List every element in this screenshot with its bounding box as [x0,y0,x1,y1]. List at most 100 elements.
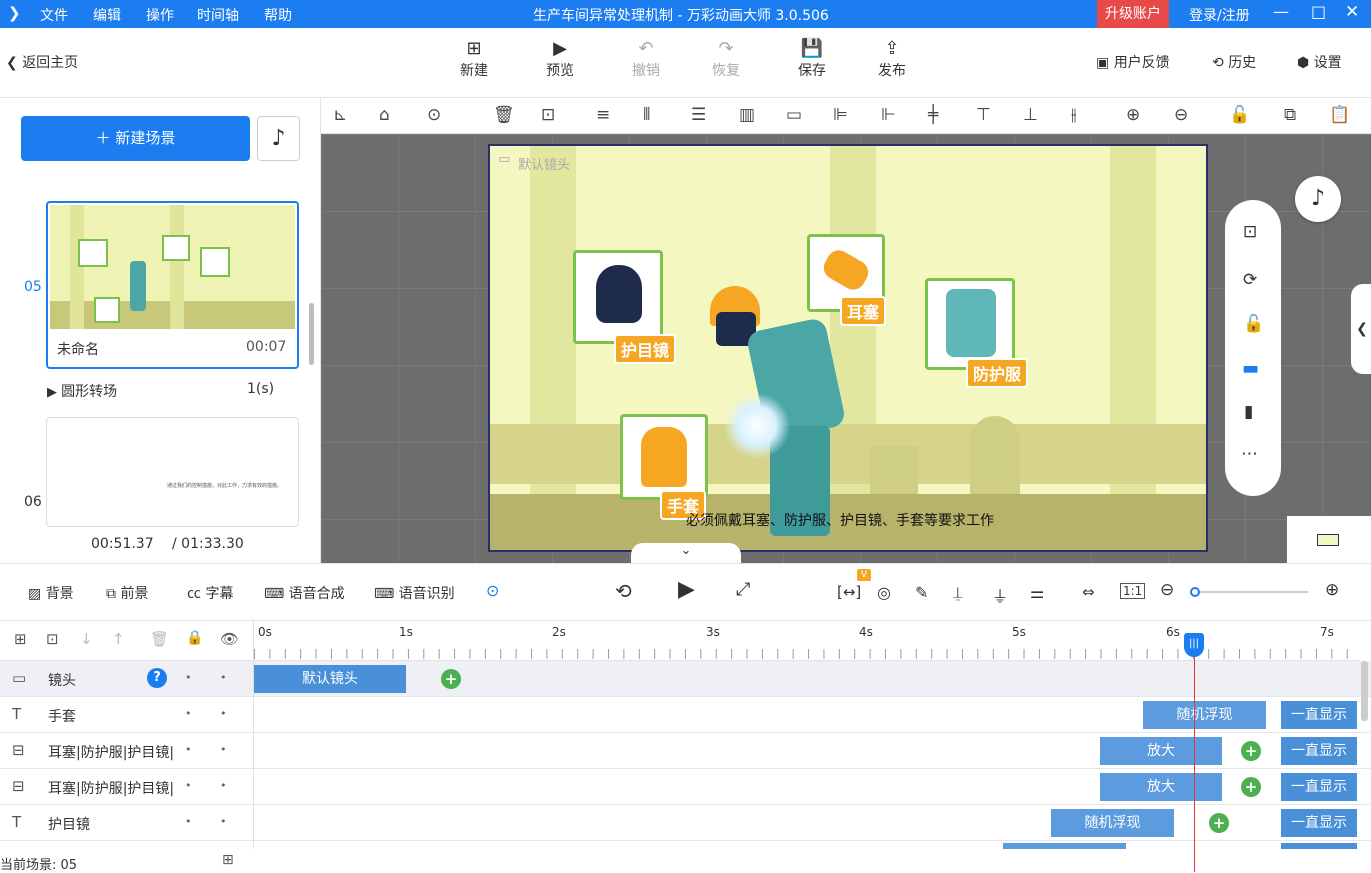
always-show-clip[interactable]: 一直显示 [1281,809,1357,837]
more-options-icon[interactable]: ⊙ [486,581,499,600]
add-keyframe-icon[interactable]: + [1241,741,1261,761]
track-row-camera[interactable]: ▭ 镜头 ? • • 默认镜头 + [0,661,1371,697]
add-folder-icon[interactable]: ⊞ [14,630,27,648]
zoom-slider-handle[interactable] [1190,587,1200,597]
maximize-icon[interactable]: □ [1311,2,1326,21]
zoom-in-icon[interactable]: ⊕ [1126,105,1140,125]
eye-icon[interactable]: 👁 [220,630,239,648]
tts-button[interactable]: ⌨ 语音合成 [264,583,345,603]
login-button[interactable]: 登录/注册 [1189,5,1250,25]
align-bottom-icon[interactable]: ⊥ [1023,105,1038,125]
goggles-card[interactable] [573,250,663,344]
history-button[interactable]: ⟲ 历史 [1212,52,1256,72]
scene-scrollbar[interactable] [309,303,314,365]
redo-button[interactable]: ↷ 恢复 [698,38,754,80]
visibility-dot[interactable]: • [220,815,227,828]
edit-icon[interactable]: ✎ [915,583,928,602]
lock-dot[interactable]: • [185,815,192,828]
replay-icon[interactable]: ⟲ [615,579,632,603]
delete-icon[interactable]: 🗑 [493,105,515,125]
unlock-icon[interactable]: 🔓 [1243,314,1264,334]
align-top-icon[interactable]: ⊤ [976,105,991,125]
more-icon[interactable]: ⊙ [427,105,441,125]
upgrade-button[interactable]: 升级账户 [1097,0,1169,28]
always-show-clip[interactable]: 一直显示 [1281,701,1357,729]
add-keyframe-icon[interactable]: + [1209,813,1229,833]
menu-operate[interactable]: 操作 [146,5,174,25]
menu-edit[interactable]: 编辑 [93,5,121,25]
scene-thumbnail-06[interactable]: 通过我们的控制措施，对此工作，力求有效的措施。 [46,417,299,527]
random-float-clip[interactable]: 随机浮现 [1143,701,1266,729]
zoom-out-icon[interactable]: ⊖ [1174,105,1188,125]
subtitle-button[interactable]: ㏄ 字幕 [187,583,233,603]
ruler-icon[interactable]: ⊾ [333,105,347,125]
move-up-icon[interactable]: ↑ [112,630,125,648]
lock-icon[interactable]: 🔓 [1229,105,1250,125]
save-button[interactable]: 💾 保存 [784,38,840,80]
zoom-slider[interactable] [1190,587,1308,597]
new-button[interactable]: ⊞ 新建 [446,38,502,80]
add-keyframe-icon[interactable]: + [1241,777,1261,797]
lock-dot[interactable]: • [185,671,192,684]
new-folder-icon[interactable]: ⊡ [46,630,59,648]
align-center-icon[interactable]: ≡ [596,105,610,125]
more-dots-icon[interactable]: ⋯ [1241,444,1258,464]
zoom-clip[interactable]: 放大 [1100,737,1222,765]
stretch-icon[interactable]: ⇔ [1082,583,1095,601]
close-icon[interactable]: ✕ [1345,2,1359,22]
add-keyframe-icon[interactable]: + [441,669,461,689]
stage[interactable]: ▭ 默认镜头 护目镜 耳塞 防护服 手套 必须佩戴耳塞、防护服、护目镜、手套等要… [488,144,1208,552]
random-float-clip[interactable]: 随机浮现 [1051,809,1174,837]
scene-list-icon[interactable]: ⊞ [222,852,234,868]
collapse-right-panel-button[interactable]: ❮ [1351,284,1371,374]
adjust-icon[interactable]: ⚌ [1030,583,1044,602]
move-down-icon[interactable]: ↓ [80,630,93,648]
feedback-button[interactable]: ▣ 用户反馈 [1096,52,1170,72]
filter-icon[interactable]: ⏚ [992,583,1008,607]
suit-card[interactable] [925,278,1015,370]
trash-icon[interactable]: 🗑 [150,630,169,648]
asr-button[interactable]: ⌨ 语音识别 [374,583,455,603]
camera-clip[interactable]: 默认镜头 [254,665,406,693]
desktop-icon[interactable]: ▬ [1242,358,1259,379]
play-icon[interactable]: ▶ [678,577,695,602]
minimize-icon[interactable]: — [1273,2,1289,21]
background-button[interactable]: ▨ 背景 [28,583,74,603]
back-home-button[interactable]: ❮ 返回主页 [6,52,78,72]
align-vertical-icon[interactable]: ⦀ [643,105,650,125]
canvas-music-button[interactable]: ♪ [1295,176,1341,222]
distribute-h-icon[interactable]: ▭ [786,105,802,125]
fit-icon[interactable]: [↔] [837,583,861,601]
align-right-icon[interactable]: ⊩ [881,105,896,125]
actual-size-icon[interactable]: 1:1 [1120,583,1146,599]
zoom-out-icon[interactable]: ⊖ [1160,580,1174,600]
track-row-gloves[interactable]: T 手套 • • 随机浮现 一直显示 [0,697,1371,733]
lock-dot[interactable]: • [185,707,192,720]
paste-icon[interactable]: 📋 [1329,105,1350,125]
fullscreen-icon[interactable]: ⤢ [736,579,750,600]
align-hcenter-icon[interactable]: ╪ [928,105,938,125]
visibility-dot[interactable]: • [220,779,227,792]
distribute-left-icon[interactable]: ▥ [739,105,755,125]
gloves-card[interactable] [620,414,708,500]
timeline-scrollbar[interactable] [1361,661,1368,721]
visibility-dot[interactable]: • [220,707,227,720]
foreground-button[interactable]: ⧉ 前景 [106,583,148,603]
zoom-clip[interactable]: 放大 [1100,773,1222,801]
always-show-clip[interactable]: 一直显示 [1281,773,1357,801]
collapse-bottom-button[interactable]: ⌄ [631,543,741,563]
transition-item[interactable]: ▶ 圆形转场 1(s) [47,381,277,401]
capture-icon[interactable]: ⊡ [541,105,555,125]
menu-timeline[interactable]: 时间轴 [197,5,239,25]
distribute-top-icon[interactable]: ☰ [691,105,706,125]
snapshot-icon[interactable]: ◎ [877,583,891,602]
zoom-in-icon[interactable]: ⊕ [1325,580,1339,600]
preview-button[interactable]: ▶ 预览 [532,38,588,80]
undo-button[interactable]: ↶ 撤销 [618,38,674,80]
track-row-group[interactable]: ⊟ 耳塞|防护服|护目镜| • • 放大 + 一直显示 [0,769,1371,805]
align-left-icon[interactable]: ⊫ [833,105,848,125]
visibility-dot[interactable]: • [220,671,227,684]
visibility-dot[interactable]: • [220,743,227,756]
help-icon[interactable]: ? [147,668,167,688]
scene-thumbnail-05[interactable]: 未命名 00:07 [46,201,299,369]
